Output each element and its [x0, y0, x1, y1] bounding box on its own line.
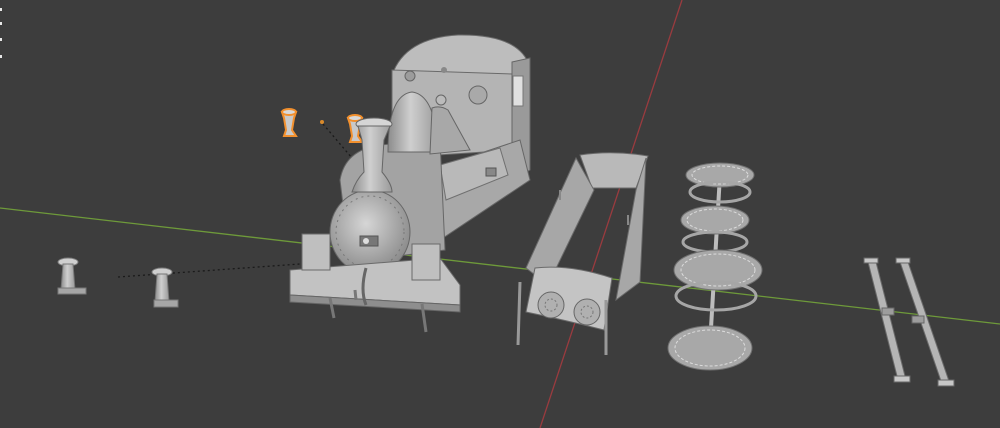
buffer-left[interactable]: [57, 257, 87, 295]
y-axis-line: [0, 207, 1000, 325]
viewport-edge-marks: [0, 8, 2, 58]
wheelsets[interactable]: [667, 162, 763, 371]
selected-buffer-a[interactable]: [280, 108, 298, 137]
loco-frame[interactable]: [516, 152, 649, 355]
locomotive-body[interactable]: [289, 34, 531, 333]
3d-viewport[interactable]: [0, 0, 1000, 428]
buffer-right[interactable]: [151, 267, 179, 308]
viewport-scene[interactable]: [0, 0, 1000, 428]
coupling-rods[interactable]: [863, 257, 955, 387]
origin-dot: [320, 120, 324, 124]
